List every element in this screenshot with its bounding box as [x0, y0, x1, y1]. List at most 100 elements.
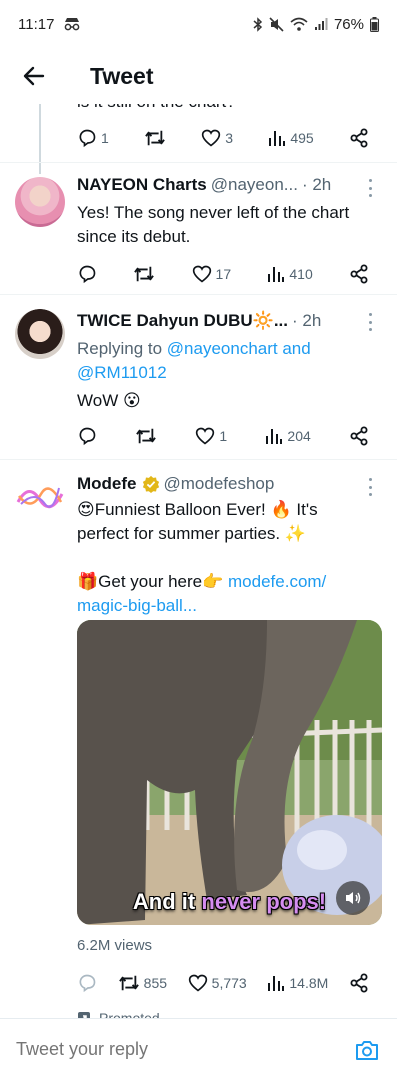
- thread-connector: [39, 104, 41, 174]
- divider: [0, 294, 397, 295]
- video-frame: [77, 620, 382, 925]
- share-button[interactable]: [349, 264, 369, 284]
- author-handle[interactable]: @nayeon...: [211, 175, 298, 195]
- heart-icon: [192, 265, 211, 283]
- analytics-icon: [269, 131, 286, 146]
- battery-percent: 76%: [333, 15, 364, 33]
- video-caption-part: And it: [132, 889, 196, 914]
- divider: [0, 162, 397, 163]
- reply-button[interactable]: [77, 426, 97, 446]
- tweet-header: Modefe @modefeshop: [77, 474, 362, 494]
- tweet-header: NAYEON Charts @nayeon... · 2h: [77, 175, 362, 195]
- video-player[interactable]: And it never pops!: [77, 620, 382, 925]
- analytics-icon: [268, 267, 285, 282]
- retweet-button[interactable]: [144, 128, 166, 148]
- tweet-link[interactable]: magic-big-ball...: [77, 596, 197, 615]
- status-time: 11:17: [18, 15, 55, 33]
- tweet-time: · 2h: [292, 311, 322, 330]
- author-handle[interactable]: @modefeshop: [164, 474, 275, 494]
- retweet-icon: [145, 130, 165, 146]
- like-button[interactable]: 17: [192, 264, 232, 284]
- tweet-text-line: Yes! The song never left of the chart: [77, 203, 350, 222]
- share-button[interactable]: [349, 973, 369, 993]
- more-dot: [368, 186, 372, 190]
- author-name[interactable]: Modefe: [77, 474, 137, 494]
- tweet-link[interactable]: modefe.com/: [228, 572, 326, 591]
- tweet-actions: 1 204: [77, 423, 369, 449]
- avatar[interactable]: [15, 474, 65, 524]
- like-button[interactable]: 1: [195, 426, 227, 446]
- views-button[interactable]: 204: [265, 427, 311, 445]
- heart-icon: [202, 129, 221, 147]
- like-button[interactable]: 5,773: [188, 973, 247, 993]
- reply-button[interactable]: 1: [77, 128, 109, 148]
- tweet-actions: 855 5,773 14.8M: [77, 970, 369, 996]
- views-button[interactable]: 410: [267, 265, 313, 283]
- retweet-button[interactable]: 855: [118, 973, 167, 993]
- views-button[interactable]: 495: [268, 129, 314, 147]
- tweet-text: 😍Funniest Balloon Ever! 🔥 It's perfect f…: [77, 498, 377, 618]
- mute-icon: [269, 16, 284, 32]
- like-count: 3: [225, 130, 234, 146]
- replying-to-link[interactable]: @RM11012: [77, 363, 167, 382]
- reply-button[interactable]: [77, 973, 97, 993]
- heart-icon: [188, 974, 207, 992]
- top-app-bar: Tweet: [0, 48, 397, 104]
- share-button[interactable]: [349, 128, 369, 148]
- wifi-icon: [290, 17, 308, 31]
- view-count: 410: [289, 266, 313, 282]
- avatar[interactable]: [15, 177, 65, 227]
- more-dot: [368, 478, 372, 481]
- verified-badge-icon: [142, 475, 160, 493]
- camera-button[interactable]: [355, 1039, 379, 1061]
- tweet-text-line: 🎁Get your here👉: [77, 572, 224, 591]
- tweet-header: TWICE Dahyun DUBU🔆... · 2h: [77, 311, 362, 331]
- share-button[interactable]: [349, 426, 369, 446]
- like-count: 17: [215, 266, 232, 282]
- back-button[interactable]: [6, 48, 62, 104]
- author-name[interactable]: NAYEON Charts: [77, 175, 207, 195]
- volume-icon: [346, 892, 361, 904]
- retweet-icon: [118, 975, 139, 991]
- signal-icon: [314, 17, 328, 31]
- reply-count: 1: [101, 130, 109, 146]
- replying-to-link[interactable]: @nayeonchart and: [167, 339, 311, 358]
- more-options-button[interactable]: [363, 478, 377, 496]
- more-dot: [368, 313, 372, 316]
- status-bar: 11:17 76%: [0, 0, 397, 48]
- retweet-icon: [134, 266, 155, 282]
- previous-tweet-text: is it still on the chart?: [77, 104, 236, 112]
- tweet-feed[interactable]: is it still on the chart? 1 3 495 NAYEON…: [0, 104, 397, 1018]
- more-dot: [368, 320, 372, 324]
- views-button[interactable]: 14.8M: [267, 974, 328, 992]
- promoted-label: Promoted: [77, 1010, 160, 1018]
- video-caption-highlight: never pops!: [201, 889, 327, 914]
- share-icon: [350, 128, 368, 148]
- heart-icon: [196, 427, 215, 445]
- reply-icon: [79, 129, 96, 148]
- more-options-button[interactable]: [363, 179, 377, 197]
- replying-to-label: Replying to: [77, 339, 163, 358]
- replying-to: Replying to @nayeonchart and @RM11012: [77, 337, 377, 385]
- arrow-left-icon: [23, 66, 45, 86]
- more-options-button[interactable]: [363, 313, 377, 331]
- tweet-actions: 17 410: [77, 261, 369, 287]
- like-count: 1: [219, 428, 228, 444]
- reply-input[interactable]: [16, 1039, 316, 1060]
- promoted-text: Promoted: [99, 1010, 160, 1018]
- tweet-text-line: 😍Funniest Balloon Ever! 🔥 It's: [77, 500, 318, 519]
- author-name[interactable]: TWICE Dahyun DUBU🔆...: [77, 311, 288, 331]
- tweet-time: · 2h: [301, 175, 332, 194]
- mute-toggle-button[interactable]: [336, 881, 370, 915]
- like-button[interactable]: 3: [201, 128, 233, 148]
- retweet-button[interactable]: [135, 426, 157, 446]
- more-dot: [368, 194, 372, 197]
- reply-button[interactable]: [77, 264, 97, 284]
- video-views: 6.2M views: [77, 937, 153, 954]
- view-count: 14.8M: [289, 975, 329, 991]
- tweet-text: WoW 😮: [77, 391, 141, 410]
- retweet-button[interactable]: [133, 264, 155, 284]
- avatar[interactable]: [15, 309, 65, 359]
- more-dot: [368, 493, 372, 496]
- reply-composer: [0, 1018, 397, 1080]
